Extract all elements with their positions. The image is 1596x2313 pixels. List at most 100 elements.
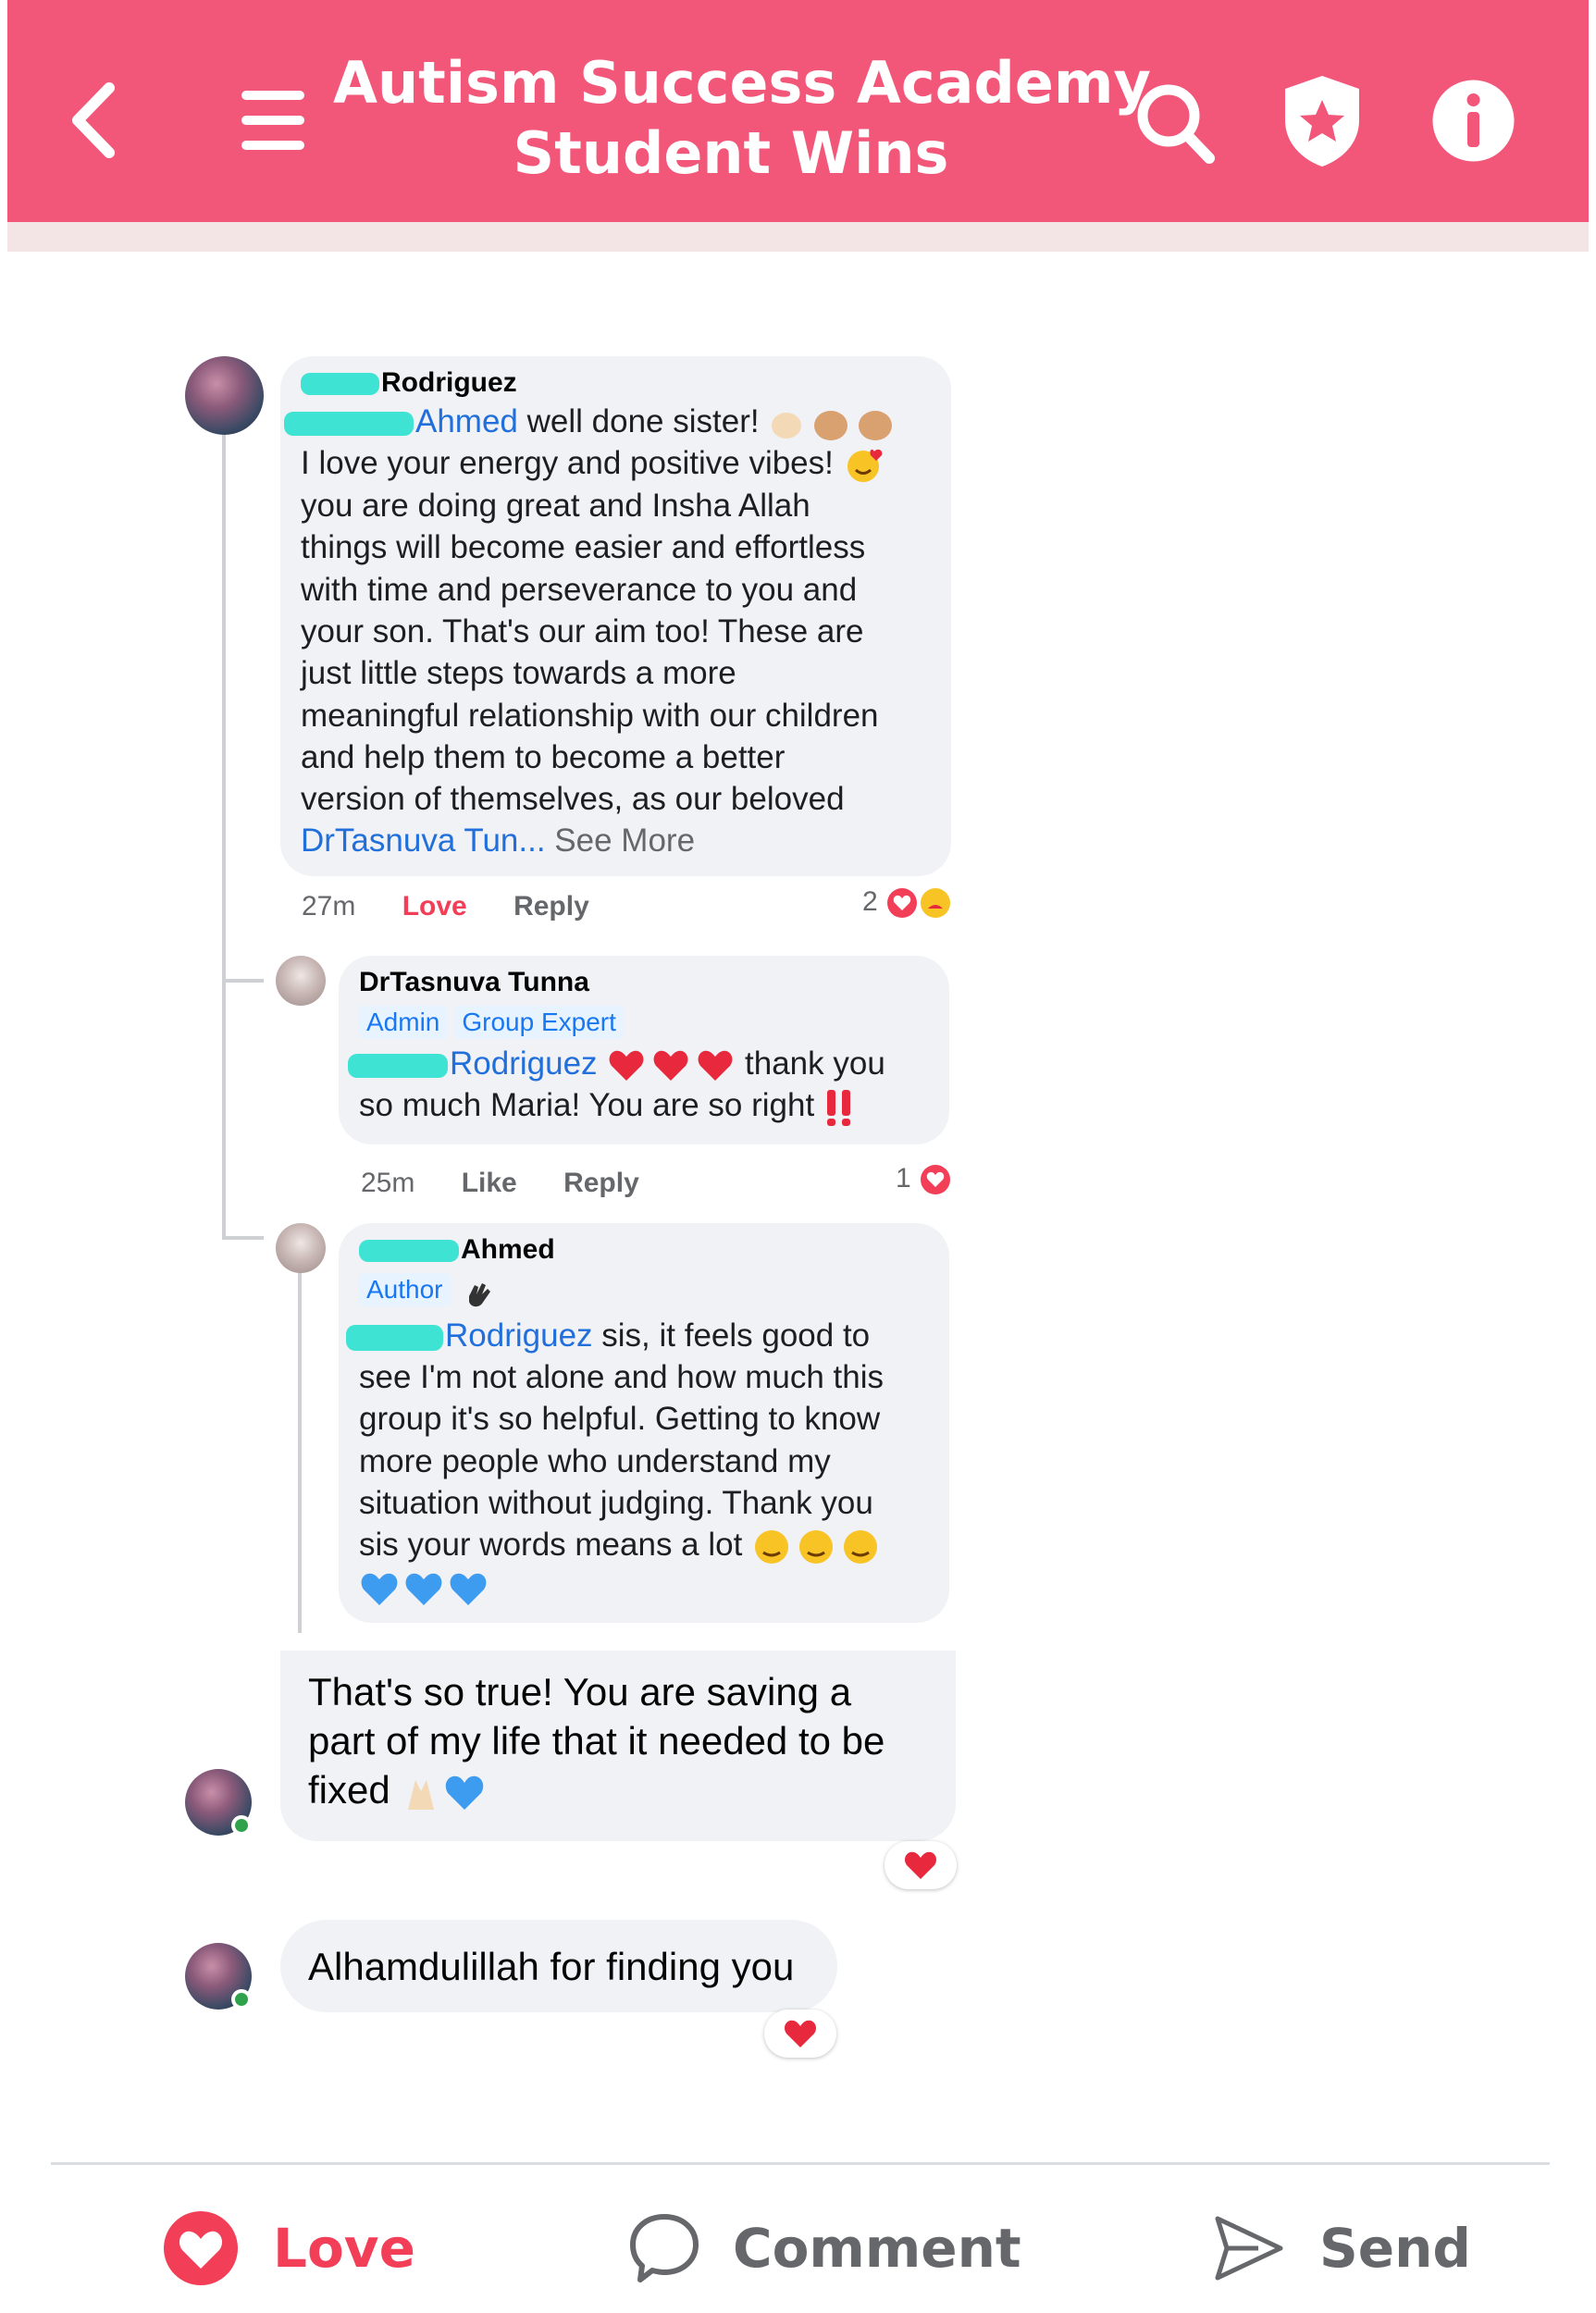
text-line: That's so true! You are saving a bbox=[308, 1670, 852, 1713]
double-exclamation-emoji bbox=[826, 1090, 850, 1127]
love-button[interactable]: Love bbox=[162, 2197, 415, 2299]
author-tags: Admin Group Expert bbox=[359, 1006, 929, 1039]
text-line: and help them to become a better bbox=[301, 738, 786, 775]
message-text: That's so true! You are saving a part of… bbox=[308, 1667, 928, 1814]
like-button[interactable]: Like bbox=[462, 1168, 517, 1198]
comment-bubble: Ahmed Author Rodriguez sis, it feels goo… bbox=[339, 1223, 949, 1623]
text-line: version of themselves, as our beloved bbox=[301, 781, 845, 818]
text-line: you are doing great and Insha Allah bbox=[301, 488, 810, 525]
reply-button[interactable]: Reply bbox=[563, 1168, 639, 1198]
love-reaction-button[interactable]: Love bbox=[402, 891, 467, 921]
waving-hand-emoji bbox=[468, 1282, 490, 1306]
page-title-line2: Student Wins bbox=[513, 119, 949, 187]
send-label: Send bbox=[1319, 2217, 1471, 2280]
page-title: Autism Success Academy Student Wins bbox=[333, 48, 1151, 189]
love-reaction-icon bbox=[921, 1165, 951, 1195]
text-line: just little steps towards a more bbox=[301, 655, 736, 692]
text-line: group it's so helpful. Getting to know bbox=[359, 1401, 881, 1438]
love-icon bbox=[164, 2211, 238, 2285]
message-bubble: That's so true! You are saving a part of… bbox=[280, 1651, 956, 1841]
menu-icon[interactable] bbox=[236, 83, 310, 157]
clapping-hands-emoji bbox=[772, 410, 893, 440]
red-hearts-emoji bbox=[609, 1050, 733, 1081]
mention-link[interactable]: Rodriguez bbox=[445, 1317, 593, 1354]
comment-text: Ahmed well done sister! I love your ener… bbox=[284, 401, 931, 862]
page-title-line1: Autism Success Academy bbox=[333, 49, 1151, 117]
footer-divider bbox=[51, 2162, 1550, 2165]
text-line: situation without judging. Thank you bbox=[359, 1484, 873, 1521]
text-line: sis your words means a lot bbox=[359, 1527, 743, 1564]
reaction-summary[interactable]: 1 bbox=[896, 1163, 952, 1196]
message-bubble: Alhamdulillah for finding you bbox=[280, 1920, 837, 2012]
text-line: sis, it feels good to bbox=[592, 1317, 871, 1354]
send-icon bbox=[1215, 2216, 1283, 2281]
redaction-mark bbox=[284, 411, 414, 436]
see-more-link[interactable]: See More bbox=[546, 823, 695, 859]
redaction-mark bbox=[348, 1053, 448, 1078]
comment-time: 27m bbox=[302, 891, 356, 921]
love-reaction-icon bbox=[887, 888, 918, 919]
author-name: Ahmed bbox=[461, 1234, 555, 1265]
admin-tag: Admin bbox=[359, 1006, 448, 1039]
reaction-count: 2 bbox=[862, 886, 878, 917]
author-tag: Author bbox=[359, 1273, 451, 1306]
text-line: well done sister! bbox=[517, 403, 760, 439]
text-line: I love your energy and positive vibes! bbox=[301, 445, 834, 482]
thread-line-reply bbox=[298, 1272, 302, 1633]
praying-hands-emoji bbox=[408, 1779, 435, 1810]
group-expert-tag: Group Expert bbox=[454, 1006, 624, 1039]
hearts-face-emoji bbox=[847, 449, 882, 483]
redaction-mark bbox=[301, 373, 379, 396]
redaction-mark bbox=[346, 1324, 443, 1351]
text-line: meaningful relationship with our childre… bbox=[301, 697, 879, 734]
back-icon[interactable] bbox=[65, 79, 120, 162]
text-line: thank you bbox=[736, 1045, 885, 1082]
comment-label: Comment bbox=[733, 2217, 1021, 2280]
search-icon[interactable] bbox=[1133, 79, 1217, 167]
text-line: more people who understand my bbox=[359, 1442, 831, 1479]
redaction-mark bbox=[359, 1240, 459, 1263]
comment-actions: 27m Love Reply bbox=[302, 891, 628, 922]
comment-author[interactable]: Ahmed bbox=[359, 1232, 929, 1268]
message-reaction-chip[interactable] bbox=[885, 1841, 957, 1889]
mention-link[interactable]: Ahmed bbox=[415, 403, 518, 439]
online-status-dot bbox=[231, 1815, 252, 1836]
comment-actions: 25m Like Reply bbox=[361, 1168, 678, 1199]
text-line: part of my life that it needed to be bbox=[308, 1719, 885, 1763]
comment-author[interactable]: Rodriguez bbox=[301, 365, 931, 401]
care-reaction-icon bbox=[921, 888, 951, 919]
heart-reaction-icon bbox=[904, 1851, 937, 1879]
author-name: Rodriguez bbox=[381, 367, 517, 398]
mention-link[interactable]: Rodriguez bbox=[450, 1045, 598, 1082]
thread-line-main bbox=[222, 435, 226, 1240]
reply-button[interactable]: Reply bbox=[513, 891, 589, 921]
text-line: things will become easier and effortless bbox=[301, 529, 866, 566]
text-line: fixed bbox=[308, 1768, 390, 1812]
badge-icon[interactable] bbox=[1280, 72, 1365, 169]
love-label: Love bbox=[273, 2217, 415, 2280]
thread-line-branch bbox=[222, 979, 264, 983]
mention-link[interactable]: DrTasnuva Tun... bbox=[301, 823, 546, 859]
comment-author[interactable]: DrTasnuva Tunna bbox=[359, 965, 929, 1000]
text-line: so much Maria! You are so right bbox=[359, 1087, 815, 1124]
reaction-summary[interactable]: 2 bbox=[862, 886, 952, 920]
comment-text: Rodriguez sis, it feels good to see I'm … bbox=[346, 1315, 929, 1609]
avatar[interactable] bbox=[276, 1223, 326, 1273]
text-line: see I'm not alone and how much this bbox=[359, 1359, 885, 1396]
message-reaction-chip[interactable] bbox=[764, 2010, 836, 2058]
avatar[interactable] bbox=[185, 356, 264, 435]
info-icon[interactable] bbox=[1429, 77, 1517, 165]
heart-reaction-icon bbox=[784, 2020, 817, 2047]
comment-button[interactable]: Comment bbox=[629, 2197, 1021, 2299]
comment-bubble: Rodriguez Ahmed well done sister! I love… bbox=[280, 356, 951, 876]
avatar[interactable] bbox=[276, 956, 326, 1006]
blue-hearts-emoji bbox=[361, 1573, 487, 1605]
comment-time: 25m bbox=[361, 1168, 415, 1198]
header-shadow-strip bbox=[7, 222, 1589, 252]
thread-line-branch bbox=[222, 1236, 264, 1240]
send-button[interactable]: Send bbox=[1212, 2197, 1471, 2299]
online-status-dot bbox=[231, 1989, 252, 2010]
blue-heart-emoji bbox=[446, 1775, 484, 1810]
text-line: your son. That's our aim too! These are bbox=[301, 612, 864, 649]
comment-icon bbox=[630, 2214, 699, 2282]
